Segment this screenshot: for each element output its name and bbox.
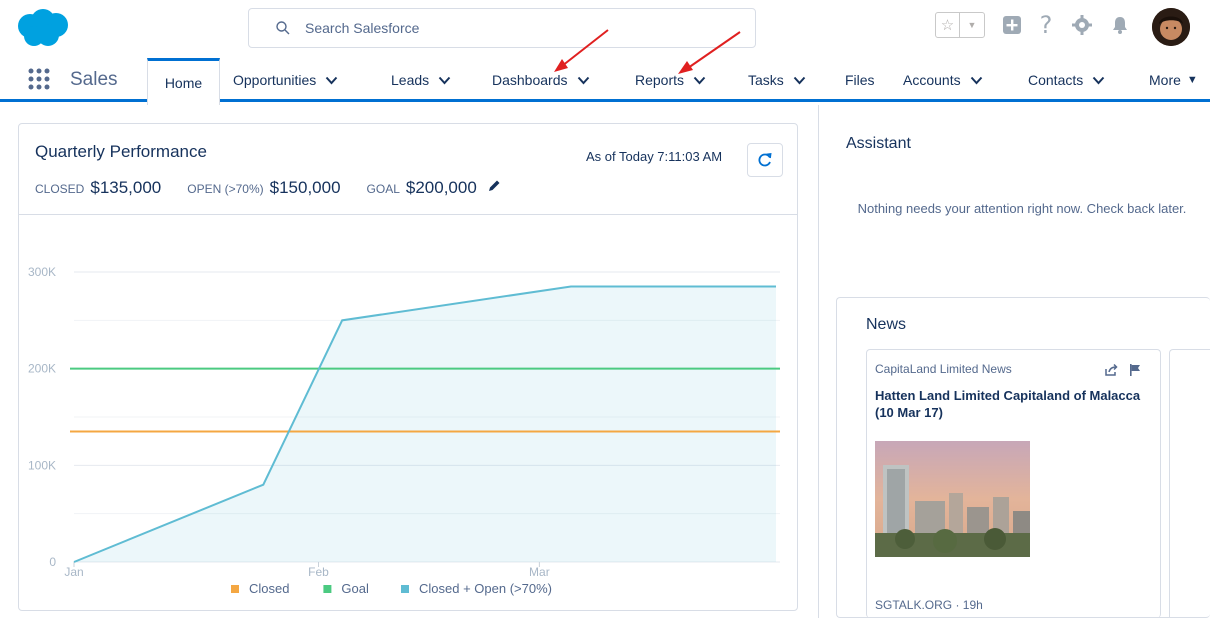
- as-of-timestamp: As of Today 7:11:03 AM: [586, 149, 723, 164]
- tab-home[interactable]: Home: [147, 58, 220, 105]
- tab-reports[interactable]: Reports: [635, 58, 706, 102]
- legend-label: Closed + Open (>70%): [419, 581, 552, 596]
- chevron-down-icon[interactable]: [325, 76, 338, 85]
- chevron-down-icon[interactable]: [438, 76, 451, 85]
- tab-dashboards[interactable]: Dashboards: [492, 58, 590, 102]
- quarterly-performance-chart: 0 100K 200K 300K Jan Feb Mar Closed Goal Closed +…: [28, 265, 780, 596]
- tab-dashboards-label: Dashboards: [492, 72, 568, 88]
- quarterly-performance-card: Quarterly Performance As of Today 7:11:0…: [18, 123, 798, 611]
- help-icon[interactable]: ?: [1034, 13, 1058, 37]
- chevron-down-icon[interactable]: [693, 76, 706, 85]
- open-value: $150,000: [269, 178, 341, 197]
- y-tick-label: 0: [49, 555, 56, 569]
- chevron-down-icon[interactable]: [793, 76, 806, 85]
- y-tick-label: 100K: [28, 458, 56, 472]
- tab-more[interactable]: More ▼: [1149, 58, 1198, 102]
- share-icon[interactable]: [1104, 363, 1118, 377]
- tab-accounts[interactable]: Accounts: [903, 58, 983, 102]
- tab-contacts[interactable]: Contacts: [1028, 58, 1105, 102]
- user-avatar[interactable]: [1152, 8, 1190, 46]
- assistant-title: Assistant: [846, 135, 911, 152]
- tab-files-label: Files: [845, 72, 875, 88]
- metrics-row: CLOSED $135,000 OPEN (>70%) $150,000 GOA…: [35, 178, 501, 198]
- tab-contacts-label: Contacts: [1028, 72, 1084, 88]
- salesforce-logo[interactable]: [14, 8, 72, 48]
- svg-text:?: ?: [1040, 13, 1053, 37]
- tab-files[interactable]: Files: [845, 58, 875, 102]
- x-tick-label: Feb: [308, 565, 329, 579]
- tab-leads[interactable]: Leads: [391, 58, 451, 102]
- global-header: ☆ ▼ ?: [0, 0, 1210, 58]
- notifications-bell-icon[interactable]: [1108, 13, 1132, 37]
- tab-tasks-label: Tasks: [748, 72, 784, 88]
- y-tick-label: 200K: [28, 362, 56, 376]
- news-title: News: [866, 316, 907, 333]
- search-input[interactable]: [305, 20, 705, 36]
- add-icon[interactable]: [1000, 13, 1024, 37]
- assistant-message: Nothing needs your attention right now. …: [857, 201, 1187, 216]
- chevron-down-icon[interactable]: [577, 76, 590, 85]
- legend-label: Goal: [341, 581, 369, 596]
- legend-swatch: [401, 585, 409, 593]
- chevron-down-icon[interactable]: [970, 76, 983, 85]
- x-tick-label: Jan: [64, 565, 83, 579]
- closed-value: $135,000: [90, 178, 162, 197]
- chevron-down-icon[interactable]: [1092, 76, 1105, 85]
- tab-leads-label: Leads: [391, 72, 430, 88]
- refresh-button[interactable]: [747, 143, 783, 177]
- favorites-button[interactable]: ☆ ▼: [935, 12, 985, 38]
- area-fill: [74, 286, 776, 562]
- star-icon[interactable]: ☆: [936, 13, 960, 37]
- open-label: OPEN (>70%): [187, 182, 264, 196]
- tab-more-label: More: [1149, 72, 1181, 88]
- tab-opportunities-label: Opportunities: [233, 72, 317, 88]
- search-box[interactable]: [248, 8, 756, 48]
- goal-label: GOAL: [366, 182, 400, 196]
- legend-swatch: [323, 585, 332, 593]
- flag-icon[interactable]: [1128, 363, 1142, 377]
- tab-tasks[interactable]: Tasks: [748, 58, 806, 102]
- news-source: CapitaLand Limited News: [875, 362, 1012, 376]
- tab-reports-label: Reports: [635, 72, 685, 88]
- tab-accounts-label: Accounts: [903, 72, 961, 88]
- news-item-next[interactable]: [1169, 349, 1210, 618]
- tab-home-label: Home: [164, 75, 203, 91]
- goal-value: $200,000: [405, 178, 477, 197]
- x-tick-label: Mar: [529, 565, 550, 579]
- tab-opportunities[interactable]: Opportunities: [233, 58, 338, 102]
- search-icon: [276, 21, 290, 35]
- edit-pencil-icon[interactable]: [487, 179, 501, 193]
- legend-swatch: [231, 585, 239, 593]
- app-name: Sales: [70, 69, 118, 90]
- y-tick-label: 300K: [28, 265, 56, 279]
- favorites-dropdown-icon[interactable]: ▼: [960, 13, 984, 37]
- news-headline[interactable]: Hatten Land Limited Capitaland of Malacc…: [875, 387, 1145, 421]
- setup-gear-icon[interactable]: [1070, 13, 1094, 37]
- closed-label: CLOSED: [35, 182, 85, 196]
- triangle-down-icon: ▼: [1186, 74, 1198, 86]
- legend-label: Closed: [249, 581, 289, 596]
- card-title: Quarterly Performance: [35, 142, 207, 161]
- refresh-icon: [758, 152, 772, 167]
- app-launcher-icon[interactable]: [28, 68, 50, 90]
- news-meta: SGTALK.ORG · 19h: [875, 598, 983, 612]
- news-thumbnail-image[interactable]: [875, 441, 1030, 557]
- app-nav-bar: Sales Home Opportunities Leads Dashboard…: [0, 58, 1210, 105]
